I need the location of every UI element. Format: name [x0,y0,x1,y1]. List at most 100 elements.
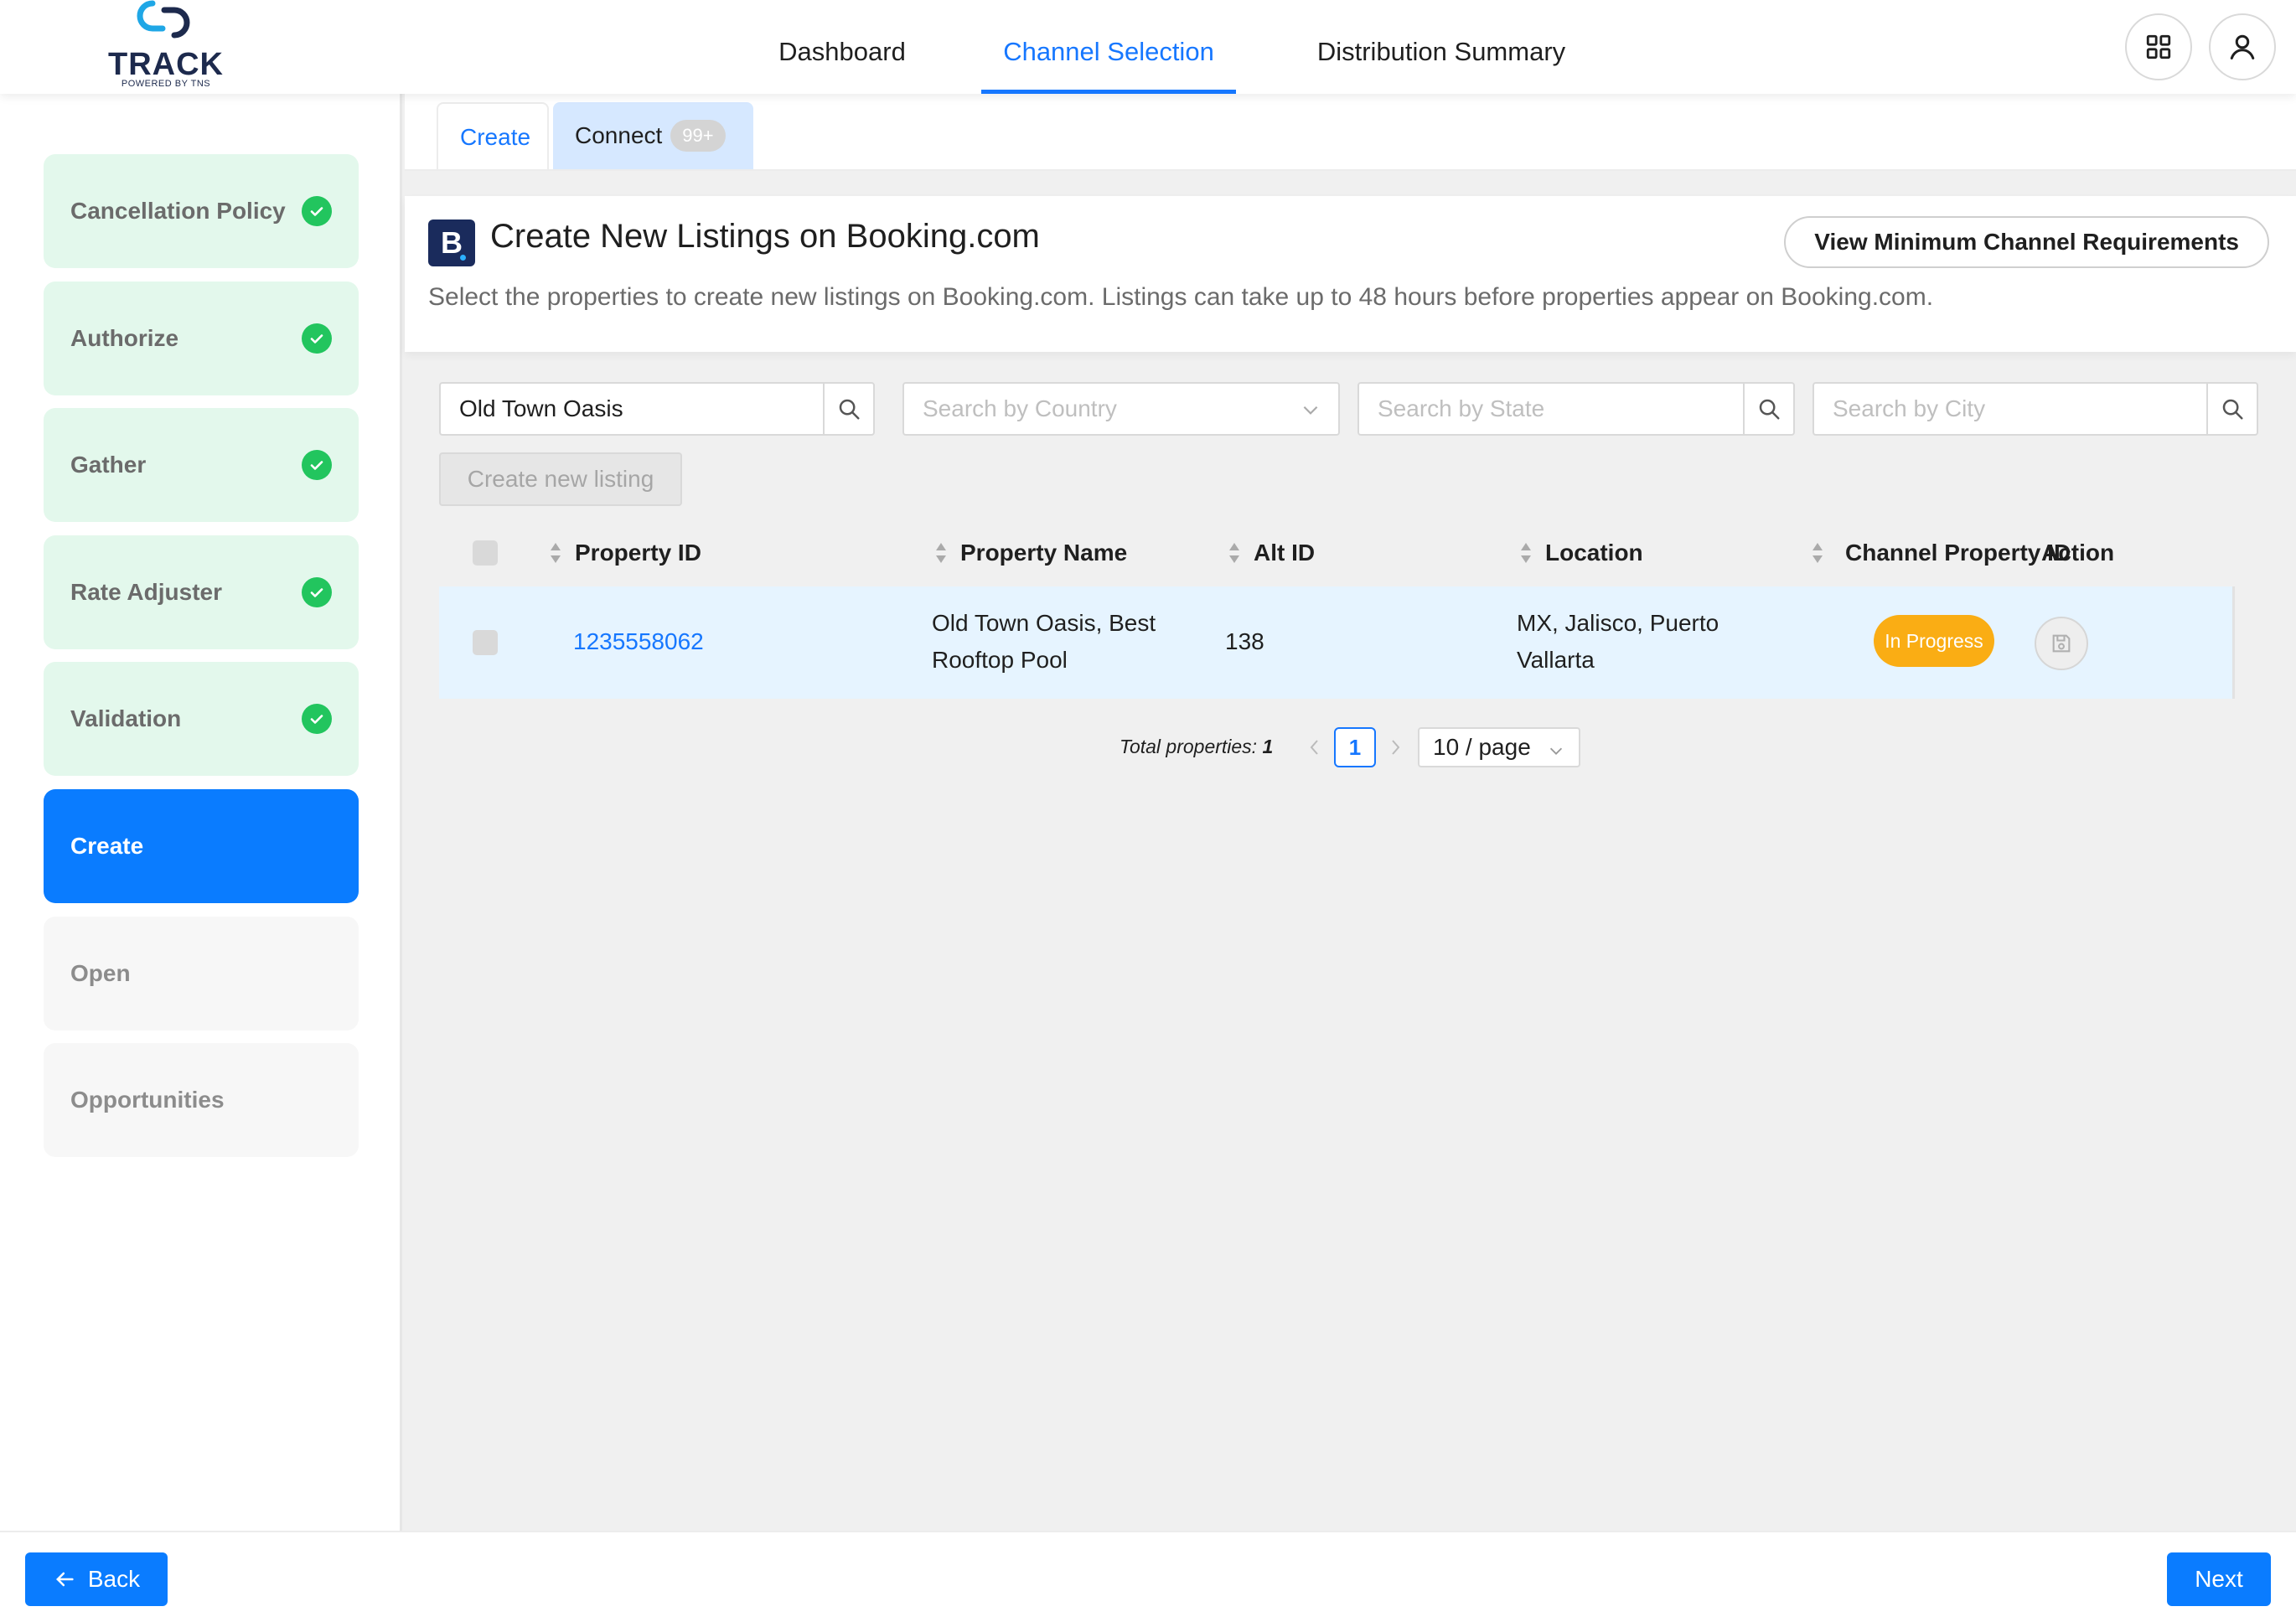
step-create[interactable]: Create [44,789,359,903]
tab-connect-label: Connect [575,122,663,148]
step-cancellation-policy[interactable]: Cancellation Policy [44,154,359,268]
sort-icon[interactable] [1518,541,1533,565]
column-alt-id[interactable]: Alt ID [1254,519,1315,586]
total-label: Total properties: [1120,736,1258,757]
step-sidebar: Cancellation Policy Authorize Gather Rat… [0,94,402,1531]
chevron-right-icon [1392,740,1400,755]
city-search-field [1812,382,2258,436]
check-circle-icon [302,323,332,354]
table-header: Property ID Property Name Alt ID Locatio… [439,519,2232,586]
row-checkbox[interactable] [473,630,498,655]
chevron-down-icon [1549,747,1563,755]
column-property-id[interactable]: Property ID [575,519,701,586]
city-search-input[interactable] [1814,384,2208,434]
page-description: Select the properties to create new list… [428,283,1934,311]
main-nav: Dashboard Channel Selection Distribution… [0,0,2296,94]
user-icon [2230,34,2255,59]
tab-create[interactable]: Create [437,102,549,169]
step-label: Create [70,833,144,859]
alt-id-cell: 138 [1225,628,1264,654]
top-header: TRACK POWERED BY TNS Dashboard Channel S… [0,0,2296,94]
sort-icon[interactable] [1810,541,1825,565]
page-size-value: 10 / page [1433,734,1531,760]
location-cell: MX, Jalisco, Puerto Vallarta [1517,605,1719,679]
sort-icon[interactable] [1227,541,1242,565]
column-action: Action [2041,540,2115,566]
save-button[interactable] [2035,617,2088,670]
chevron-down-icon [1303,406,1318,415]
total-count: 1 [1262,736,1274,757]
state-search-field [1357,382,1795,436]
sort-icon[interactable] [548,541,563,565]
footer-bar: Back Next [0,1531,2296,1622]
save-icon [2052,634,2071,653]
step-open[interactable]: Open [44,917,359,1031]
check-circle-icon [302,704,332,734]
page-size-select[interactable]: 10 / page [1418,727,1580,767]
booking-logo-icon: B [428,220,475,266]
step-label: Rate Adjuster [70,579,223,605]
step-gather[interactable]: Gather [44,408,359,522]
country-select[interactable] [902,382,1340,436]
step-validation[interactable]: Validation [44,662,359,776]
search-icon [1759,399,1780,420]
step-label: Open [70,960,131,986]
step-label: Validation [70,705,182,731]
nav-channel-selection[interactable]: Channel Selection [981,0,1236,94]
check-circle-icon [302,577,332,607]
booking-logo-dot [460,255,466,261]
location-line: MX, Jalisco, Puerto [1517,610,1719,636]
create-new-listing-button[interactable]: Create new listing [439,452,682,506]
property-name-line: Old Town Oasis, Best [932,610,1156,636]
back-button[interactable]: Back [25,1552,168,1606]
page-1-button[interactable]: 1 [1334,727,1376,767]
property-id-link[interactable]: 1235558062 [573,623,704,660]
profile-button[interactable] [2209,13,2276,80]
state-search-button[interactable] [1743,384,1793,434]
country-select-input[interactable] [904,384,1290,434]
search-icon [839,399,860,420]
check-circle-icon [302,196,332,226]
step-rate-adjuster[interactable]: Rate Adjuster [44,535,359,649]
step-opportunities[interactable]: Opportunities [44,1043,359,1157]
back-label: Back [87,1566,141,1592]
location-line: Vallarta [1517,647,1595,673]
total-properties: Total properties: 1 [1120,736,1273,758]
property-search-button[interactable] [823,384,873,434]
property-search-input[interactable] [441,384,825,434]
column-location[interactable]: Location [1545,519,1643,586]
column-property-name[interactable]: Property Name [960,519,1127,586]
next-page-button[interactable] [1383,732,1408,762]
count-badge: 99+ [670,119,726,152]
step-label: Authorize [70,325,179,351]
step-label: Cancellation Policy [70,198,286,224]
table-row[interactable]: 1235558062 Old Town Oasis, Best Rooftop … [439,586,2232,699]
status-badge: In Progress [1874,615,1994,667]
property-name-cell: Old Town Oasis, Best Rooftop Pool [932,605,1156,679]
booking-logo-letter: B [441,225,463,260]
prev-page-button[interactable] [1302,732,1327,762]
sort-icon[interactable] [933,541,949,565]
column-channel-property-id[interactable]: Channel Property ID [1845,519,2071,586]
apps-grid-icon [2146,34,2171,59]
nav-distribution-summary[interactable]: Distribution Summary [1301,0,1582,94]
channel-header-card: B Create New Listings on Booking.com Sel… [405,196,2296,352]
city-search-button[interactable] [2206,384,2257,434]
apps-button[interactable] [2125,13,2192,80]
step-authorize[interactable]: Authorize [44,282,359,395]
step-label: Opportunities [70,1087,225,1113]
nav-dashboard[interactable]: Dashboard [761,0,923,94]
state-search-input[interactable] [1359,384,1745,434]
arrow-left-icon [55,1572,74,1587]
chevron-left-icon [1310,740,1318,755]
next-button[interactable]: Next [2167,1552,2271,1606]
view-requirements-button[interactable]: View Minimum Channel Requirements [1784,216,2269,268]
page-title: Create New Listings on Booking.com [490,218,1040,255]
check-circle-icon [302,450,332,480]
tab-bar: Create Connect 99+ [405,94,2296,171]
select-all-checkbox[interactable] [473,540,498,566]
step-label: Gather [70,452,147,478]
tab-connect[interactable]: Connect 99+ [553,102,753,169]
property-search-field [439,382,875,436]
table-scroll-edge [2232,586,2235,699]
